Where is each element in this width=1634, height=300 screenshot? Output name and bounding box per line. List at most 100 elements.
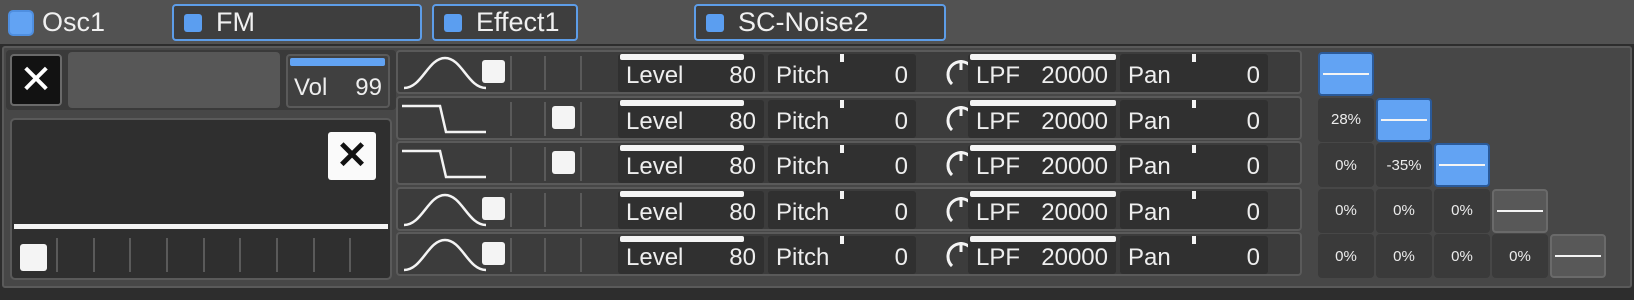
feedback-cell[interactable] — [1434, 143, 1490, 187]
level-value: 80 — [729, 198, 756, 226]
volume-control[interactable]: Vol 99 — [286, 54, 390, 108]
pitch-label: Pitch — [776, 198, 830, 226]
feedback-cell[interactable] — [1376, 97, 1432, 142]
pan-value: 0 — [1246, 153, 1260, 180]
pitch-control[interactable]: Pitch 0 — [768, 54, 916, 92]
lpf-bar — [970, 99, 1116, 106]
level-control[interactable]: Level 80 — [618, 99, 764, 138]
divider — [510, 192, 512, 227]
pan-control[interactable]: Pan 0 — [1120, 190, 1268, 229]
feedback-cell[interactable] — [1318, 52, 1374, 96]
lpf-control[interactable]: LPF 20000 — [968, 145, 1116, 183]
mod-amount-cell[interactable]: 0% — [1376, 234, 1432, 278]
step-divider — [239, 238, 276, 272]
mod-amount-cell[interactable]: 0% — [1376, 188, 1432, 233]
envelope-toggle[interactable] — [20, 244, 47, 271]
lpf-label: LPF — [976, 244, 1021, 271]
feedback-line — [1323, 73, 1369, 75]
tab-fm[interactable]: FM — [172, 4, 422, 41]
square-step-wave-icon[interactable] — [400, 100, 490, 138]
pitch-marker — [840, 54, 844, 62]
level-control[interactable]: Level 80 — [618, 236, 764, 274]
mod-amount-cell[interactable]: -35% — [1376, 143, 1432, 187]
enable-toggle[interactable] — [444, 13, 462, 32]
pitch-value: 0 — [894, 244, 908, 271]
tab-osc1[interactable]: Osc1 — [4, 4, 124, 41]
level-value: 80 — [729, 244, 756, 271]
envelope-line — [14, 224, 388, 229]
lpf-control[interactable]: LPF 20000 — [968, 99, 1116, 138]
step-divider — [56, 238, 93, 272]
mod-amount-cell[interactable]: 0% — [1318, 143, 1374, 187]
pan-control[interactable]: Pan 0 — [1120, 54, 1268, 92]
operator-controls: ✕ Vol 99 ✕ — [6, 50, 396, 283]
lpf-control[interactable]: LPF 20000 — [968, 54, 1116, 92]
mod-amount-cell[interactable]: 0% — [1434, 188, 1490, 233]
tab-sc-noise2[interactable]: SC-Noise2 — [694, 4, 946, 41]
pitch-label: Pitch — [776, 62, 830, 89]
step-divider — [92, 238, 130, 272]
pitch-value: 0 — [894, 198, 908, 226]
pitch-control[interactable]: Pitch 0 — [768, 190, 916, 229]
sine-wave-icon[interactable] — [400, 236, 490, 274]
pan-control[interactable]: Pan 0 — [1120, 99, 1268, 138]
mod-amount-cell[interactable]: 0% — [1318, 234, 1374, 278]
divider — [580, 101, 582, 136]
lpf-bar — [970, 145, 1116, 151]
feedback-line — [1381, 118, 1427, 121]
wave-toggle[interactable] — [482, 242, 505, 265]
level-bar — [620, 99, 744, 106]
wave-toggle[interactable] — [552, 151, 575, 174]
level-control[interactable]: Level 80 — [618, 190, 764, 229]
enable-toggle[interactable] — [8, 9, 34, 36]
divider — [510, 56, 512, 90]
enable-toggle[interactable] — [706, 13, 724, 32]
pan-control[interactable]: Pan 0 — [1120, 236, 1268, 274]
pan-value: 0 — [1246, 198, 1260, 226]
lpf-bar — [970, 190, 1116, 197]
lpf-bar — [970, 54, 1116, 60]
divider — [544, 192, 546, 227]
lpf-control[interactable]: LPF 20000 — [968, 190, 1116, 229]
lpf-label: LPF — [976, 198, 1021, 226]
level-control[interactable]: Level 80 — [618, 145, 764, 183]
operator-row: Level 80 Pitch 0 LPF 20000 Pan 0 — [396, 50, 1302, 94]
pitch-control[interactable]: Pitch 0 — [768, 236, 916, 274]
wave-toggle[interactable] — [482, 196, 505, 220]
wave-toggle[interactable] — [482, 60, 505, 83]
envelope-close-button[interactable]: ✕ — [328, 132, 376, 180]
level-label: Level — [626, 198, 684, 226]
level-control[interactable]: Level 80 — [618, 54, 764, 92]
lpf-label: LPF — [976, 62, 1021, 89]
pan-value: 0 — [1246, 244, 1260, 271]
pitch-value: 0 — [894, 107, 908, 135]
modulation-matrix: 28% 0% -35% 0% 0% 0% 0% 0% 0% 0% — [1318, 50, 1632, 290]
feedback-cell[interactable] — [1550, 234, 1606, 278]
mod-amount-cell[interactable]: 0% — [1434, 234, 1490, 278]
square-step-wave-icon[interactable] — [400, 145, 490, 183]
close-button[interactable]: ✕ — [10, 54, 62, 106]
wave-toggle[interactable] — [552, 105, 575, 129]
enable-toggle[interactable] — [184, 13, 202, 32]
pitch-label: Pitch — [776, 244, 830, 271]
envelope-editor[interactable]: ✕ — [10, 118, 392, 280]
preset-display[interactable] — [68, 52, 280, 108]
pan-control[interactable]: Pan 0 — [1120, 145, 1268, 183]
level-label: Level — [626, 107, 684, 135]
tab-effect1[interactable]: Effect1 — [432, 4, 578, 41]
mod-amount-cell[interactable]: 0% — [1492, 234, 1548, 278]
step-divider — [312, 238, 350, 272]
mod-amount-cell[interactable]: 28% — [1318, 97, 1374, 142]
operator-row: Level 80 Pitch 0 LPF 20000 Pan 0 — [396, 232, 1302, 276]
feedback-cell[interactable] — [1492, 188, 1548, 233]
pitch-control[interactable]: Pitch 0 — [768, 99, 916, 138]
sine-wave-icon[interactable] — [400, 54, 490, 92]
sine-wave-icon[interactable] — [400, 191, 490, 229]
divider — [580, 147, 582, 181]
lpf-control[interactable]: LPF 20000 — [968, 236, 1116, 274]
mod-amount-cell[interactable]: 0% — [1318, 188, 1374, 233]
divider — [580, 56, 582, 90]
pitch-control[interactable]: Pitch 0 — [768, 145, 916, 183]
envelope-step-grid — [56, 238, 386, 272]
header-strip: ✕ Vol 99 — [6, 50, 396, 110]
